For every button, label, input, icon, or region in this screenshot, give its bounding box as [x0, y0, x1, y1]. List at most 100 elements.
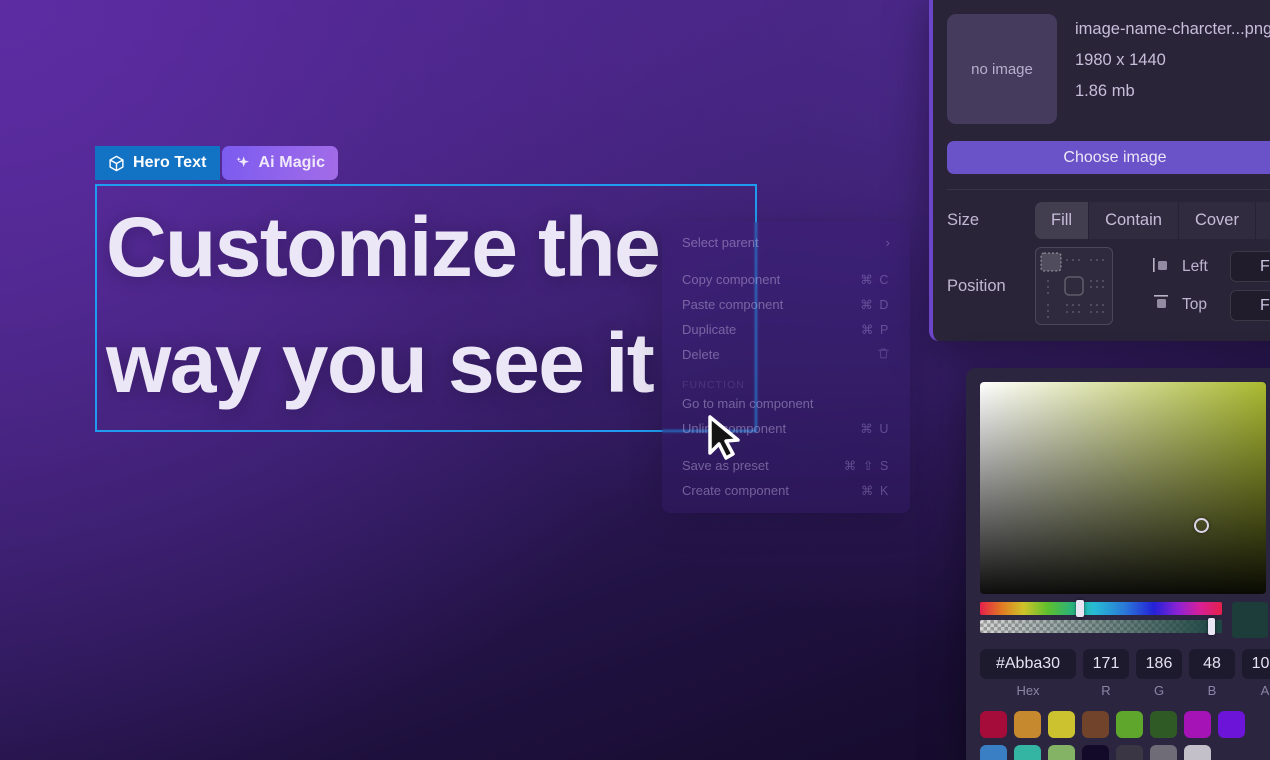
red-field: 171 R — [1083, 649, 1129, 698]
color-picker-panel: #Abba30 Hex 171 R 186 G 48 B 100 A — [966, 368, 1270, 760]
image-file-name: image-name-charcter...png — [1075, 20, 1270, 38]
green-label: G — [1153, 683, 1165, 698]
menu-item-unlink-component[interactable]: Unlink component ⌘ U — [662, 416, 910, 441]
hero-text-block[interactable]: Customize the way you see it — [106, 190, 706, 422]
align-left-control[interactable]: Left — [1153, 257, 1208, 278]
color-swatch-1-5[interactable] — [1150, 745, 1177, 760]
menu-item-label: Paste component — [682, 297, 784, 312]
menu-item-shortcut: ⌘ P — [860, 323, 890, 337]
size-segmented-control[interactable]: Fill Contain Cover Scale down — [1035, 202, 1270, 239]
ai-magic-tag-label: Ai Magic — [258, 154, 326, 171]
app-canvas: Hero Text Ai Magic Customize the way you… — [0, 0, 1270, 760]
menu-item-paste-component[interactable]: Paste component ⌘ D — [662, 292, 910, 317]
fit-value-controls: Fit Fit — [1229, 251, 1270, 321]
menu-item-label: Select parent — [682, 235, 759, 250]
color-value-fields: #Abba30 Hex 171 R 186 G 48 B 100 A — [980, 649, 1270, 698]
color-swatch-0-2[interactable] — [1048, 711, 1075, 738]
hex-input[interactable]: #Abba30 — [980, 649, 1076, 679]
menu-item-label: Save as preset — [682, 458, 769, 473]
image-dimensions: 1980 x 1440 — [1075, 51, 1166, 69]
hero-text-tag-label: Hero Text — [133, 154, 207, 171]
swatch-row — [980, 711, 1270, 738]
ai-magic-tag[interactable]: Ai Magic — [221, 146, 339, 180]
image-summary-row: no image image-name-charcter...png 1980 … — [947, 0, 1270, 124]
alpha-field: 100 A — [1242, 649, 1270, 698]
color-swatch-0-1[interactable] — [1014, 711, 1041, 738]
color-swatch-0-0[interactable] — [980, 711, 1007, 738]
alpha-input[interactable]: 100 — [1242, 649, 1270, 679]
menu-gap — [662, 441, 910, 453]
color-swatch-palette — [980, 711, 1270, 760]
image-file-size: 1.86 mb — [1075, 82, 1135, 100]
color-swatch-1-1[interactable] — [1014, 745, 1041, 760]
choose-image-button[interactable]: Choose image — [947, 141, 1270, 174]
menu-gap — [662, 255, 910, 267]
align-left-icon — [1153, 257, 1171, 278]
menu-item-select-parent[interactable]: Select parent › — [662, 230, 910, 255]
menu-item-duplicate[interactable]: Duplicate ⌘ P — [662, 317, 910, 342]
color-swatch-1-2[interactable] — [1048, 745, 1075, 760]
color-swatch-1-6[interactable] — [1184, 745, 1211, 760]
color-preview-swatch — [1232, 602, 1268, 638]
color-swatch-0-7[interactable] — [1218, 711, 1245, 738]
sliders-group — [980, 600, 1222, 635]
image-thumbnail-placeholder[interactable]: no image — [947, 14, 1057, 124]
align-top-control[interactable]: Top — [1153, 294, 1208, 316]
menu-item-shortcut: ⌘ U — [860, 422, 890, 436]
color-swatch-1-0[interactable] — [980, 745, 1007, 760]
hero-text-tag[interactable]: Hero Text — [95, 146, 220, 180]
color-swatch-0-5[interactable] — [1150, 711, 1177, 738]
menu-item-delete[interactable]: Delete — [662, 342, 910, 367]
hero-line-1: Customize the — [106, 200, 661, 294]
chevron-right-icon: › — [885, 235, 890, 250]
menu-item-label: Create component — [682, 483, 789, 498]
menu-item-copy-component[interactable]: Copy component ⌘ C — [662, 267, 910, 292]
size-option-fill[interactable]: Fill — [1035, 202, 1089, 239]
size-label: Size — [947, 211, 980, 229]
size-option-scale-down[interactable]: Scale down — [1254, 202, 1270, 239]
position-grid-picker[interactable] — [1035, 247, 1113, 325]
menu-item-shortcut: ⌘ D — [860, 298, 890, 312]
align-left-label: Left — [1182, 258, 1208, 275]
color-swatch-0-4[interactable] — [1116, 711, 1143, 738]
saturation-value-area[interactable] — [980, 382, 1266, 594]
red-input[interactable]: 171 — [1083, 649, 1129, 679]
context-menu[interactable]: Select parent › Copy component ⌘ C Paste… — [662, 222, 910, 513]
saturation-handle[interactable] — [1194, 518, 1209, 533]
position-row: Position Left Top F F — [947, 247, 1270, 325]
hue-slider[interactable] — [980, 600, 1222, 617]
color-swatch-1-3[interactable] — [1082, 745, 1109, 760]
menu-item-shortcut: ⌘ ⇧ S — [843, 459, 890, 473]
green-input[interactable]: 186 — [1136, 649, 1182, 679]
menu-item-label: Unlink component — [682, 421, 787, 436]
menu-item-go-to-main-component[interactable]: Go to main component — [662, 391, 910, 416]
menu-item-save-as-preset[interactable]: Save as preset ⌘ ⇧ S — [662, 453, 910, 478]
menu-item-label: Go to main component — [682, 396, 814, 411]
align-top-label: Top — [1182, 296, 1207, 313]
align-left-value[interactable]: Fit — [1229, 251, 1270, 282]
sparkle-icon — [235, 155, 251, 171]
blue-label: B — [1207, 683, 1217, 698]
size-option-contain[interactable]: Contain — [1088, 202, 1178, 239]
hue-slider-handle[interactable] — [1076, 600, 1084, 617]
alpha-gradient-fill — [980, 620, 1222, 633]
blue-input[interactable]: 48 — [1189, 649, 1235, 679]
selection-labels: Hero Text Ai Magic — [95, 146, 339, 180]
color-swatch-0-3[interactable] — [1082, 711, 1109, 738]
menu-item-label: Duplicate — [682, 322, 737, 337]
alignment-controls: Left Top — [1153, 257, 1208, 316]
alpha-slider[interactable] — [980, 618, 1222, 635]
menu-item-label: Copy component — [682, 272, 781, 287]
align-top-value[interactable]: Fit — [1229, 290, 1270, 321]
size-option-cover[interactable]: Cover — [1177, 202, 1255, 239]
menu-item-create-component[interactable]: Create component ⌘ K — [662, 478, 910, 503]
hex-label: Hex — [1016, 683, 1040, 698]
trash-icon — [877, 347, 890, 363]
menu-section-function: FUNCTION — [682, 379, 746, 391]
alpha-slider-handle[interactable] — [1208, 618, 1215, 635]
hero-line-2: way you see it — [106, 315, 655, 410]
swatch-row — [980, 745, 1270, 760]
color-swatch-0-6[interactable] — [1184, 711, 1211, 738]
panel-divider — [947, 189, 1270, 190]
color-swatch-1-4[interactable] — [1116, 745, 1143, 760]
